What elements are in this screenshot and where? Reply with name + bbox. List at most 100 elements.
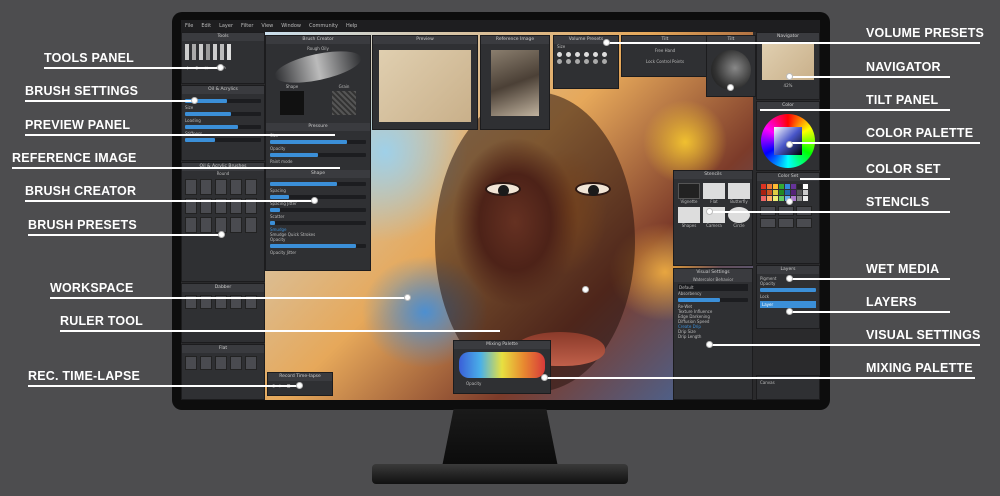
lock-control-points-option[interactable]: Lock Control Points xyxy=(622,59,708,64)
volume-preset-item[interactable] xyxy=(584,52,589,57)
menu-window[interactable]: Window xyxy=(281,23,301,29)
menu-edit[interactable]: Edit xyxy=(201,23,211,29)
flat-brush-item[interactable] xyxy=(230,356,242,370)
color-swatch[interactable] xyxy=(802,195,808,201)
volume-preset-item[interactable] xyxy=(557,52,562,57)
color-swatch[interactable] xyxy=(760,183,766,189)
color-swatch[interactable] xyxy=(766,183,772,189)
pencil-tool-icon[interactable] xyxy=(192,44,196,60)
volume-preset-item[interactable] xyxy=(566,52,571,57)
brush-preset-item[interactable] xyxy=(200,217,212,233)
color-swatch[interactable] xyxy=(778,195,784,201)
color-swatch[interactable] xyxy=(760,195,766,201)
menu-layer[interactable]: Layer xyxy=(219,23,233,29)
brush-preset-item[interactable] xyxy=(245,179,257,195)
volume-preset-item[interactable] xyxy=(584,59,589,64)
brush-preset-item[interactable] xyxy=(185,179,197,195)
color-set-item[interactable] xyxy=(778,218,794,228)
volume-preset-item[interactable] xyxy=(593,52,598,57)
reference-photo[interactable] xyxy=(491,50,539,116)
color-swatch[interactable] xyxy=(772,195,778,201)
stencil-circle[interactable] xyxy=(728,207,750,223)
color-swatch[interactable] xyxy=(790,189,796,195)
pressure-opacity-slider[interactable] xyxy=(270,153,366,157)
flat-brush-item[interactable] xyxy=(245,356,257,370)
menu-filter[interactable]: Filter xyxy=(241,23,253,29)
volume-preset-item[interactable] xyxy=(566,59,571,64)
brush-preset-item[interactable] xyxy=(245,217,257,233)
smudge-opacity-label: Opacity xyxy=(270,237,286,242)
absorbency-slider[interactable] xyxy=(678,298,748,302)
volume-preset-item[interactable] xyxy=(602,59,607,64)
size-slider[interactable] xyxy=(185,112,261,116)
brush-preset-item[interactable] xyxy=(230,217,242,233)
color-swatch[interactable] xyxy=(784,189,790,195)
menu-help[interactable]: Help xyxy=(346,23,357,29)
color-swatch[interactable] xyxy=(766,195,772,201)
navigator-zoom[interactable]: 42% xyxy=(757,83,819,88)
flat-brush-item[interactable] xyxy=(215,356,227,370)
callout-reference-image: REFERENCE IMAGE xyxy=(12,151,137,165)
callout-navigator: NAVIGATOR xyxy=(866,60,941,74)
color-swatch[interactable] xyxy=(772,183,778,189)
volume-preset-item[interactable] xyxy=(575,59,580,64)
volume-preset-item[interactable] xyxy=(557,59,562,64)
stencil-flat[interactable] xyxy=(703,183,725,199)
color-swatch[interactable] xyxy=(778,183,784,189)
smudge-opacity-slider[interactable] xyxy=(270,244,366,248)
canvas-layer-panel: Canvas xyxy=(756,375,820,400)
brush-tool-icon[interactable] xyxy=(185,44,189,60)
knife-tool-icon[interactable] xyxy=(213,44,217,60)
callout-rec-timelapse: REC. TIME-LAPSE xyxy=(28,369,141,383)
volume-preset-item[interactable] xyxy=(602,52,607,57)
color-set-item[interactable] xyxy=(760,218,776,228)
preset-dropdown[interactable]: Default xyxy=(678,284,748,291)
stencil-vignette[interactable] xyxy=(678,183,700,199)
color-swatch[interactable] xyxy=(790,183,796,189)
airbrush-tool-icon[interactable] xyxy=(220,44,224,60)
stencil-butterfly[interactable] xyxy=(728,183,750,199)
volume-preset-item[interactable] xyxy=(593,59,598,64)
leader-tools xyxy=(44,67,221,69)
eraser-tool-icon[interactable] xyxy=(227,44,231,60)
spacing-slider[interactable] xyxy=(270,195,366,199)
brush-preset-item[interactable] xyxy=(230,179,242,195)
scatter-slider[interactable] xyxy=(270,221,366,225)
brush-preset-item[interactable] xyxy=(215,179,227,195)
color-swatch[interactable] xyxy=(772,189,778,195)
flat-brush-item[interactable] xyxy=(200,356,212,370)
menu-file[interactable]: File xyxy=(185,23,193,29)
stiffness-slider[interactable] xyxy=(185,138,261,142)
color-swatch[interactable] xyxy=(784,183,790,189)
callout-workspace: WORKSPACE xyxy=(50,281,134,295)
color-set-item[interactable] xyxy=(796,218,812,228)
color-swatch[interactable] xyxy=(796,189,802,195)
brush-preset-item[interactable] xyxy=(200,179,212,195)
loading-slider[interactable] xyxy=(185,125,261,129)
color-swatch[interactable] xyxy=(760,189,766,195)
color-swatch[interactable] xyxy=(802,189,808,195)
brush-preset-item[interactable] xyxy=(185,217,197,233)
flat-brush-item[interactable] xyxy=(185,356,197,370)
pressure-size-slider[interactable] xyxy=(270,140,366,144)
layer-opacity-slider[interactable] xyxy=(760,288,816,292)
mixing-surface[interactable] xyxy=(459,352,545,378)
layer-row[interactable]: Layer xyxy=(760,301,816,308)
pen-tool-icon[interactable] xyxy=(199,44,203,60)
color-swatch[interactable] xyxy=(766,189,772,195)
marker-tool-icon[interactable] xyxy=(206,44,210,60)
shape-thumbnail[interactable] xyxy=(280,91,304,115)
menu-community[interactable]: Community xyxy=(309,23,338,29)
color-swatch[interactable] xyxy=(778,189,784,195)
color-swatch[interactable] xyxy=(802,183,808,189)
stencil-shapes[interactable] xyxy=(678,207,700,223)
color-swatch[interactable] xyxy=(796,183,802,189)
shape-main-slider[interactable] xyxy=(270,182,366,186)
grain-thumbnail[interactable] xyxy=(332,91,356,115)
color-swatch[interactable] xyxy=(796,195,802,201)
volume-preset-item[interactable] xyxy=(575,52,580,57)
menu-view[interactable]: View xyxy=(261,23,273,29)
spacing-jitter-slider[interactable] xyxy=(270,208,366,212)
leader-color-palette xyxy=(790,142,980,144)
free-hand-option[interactable]: Free Hand xyxy=(622,48,708,53)
